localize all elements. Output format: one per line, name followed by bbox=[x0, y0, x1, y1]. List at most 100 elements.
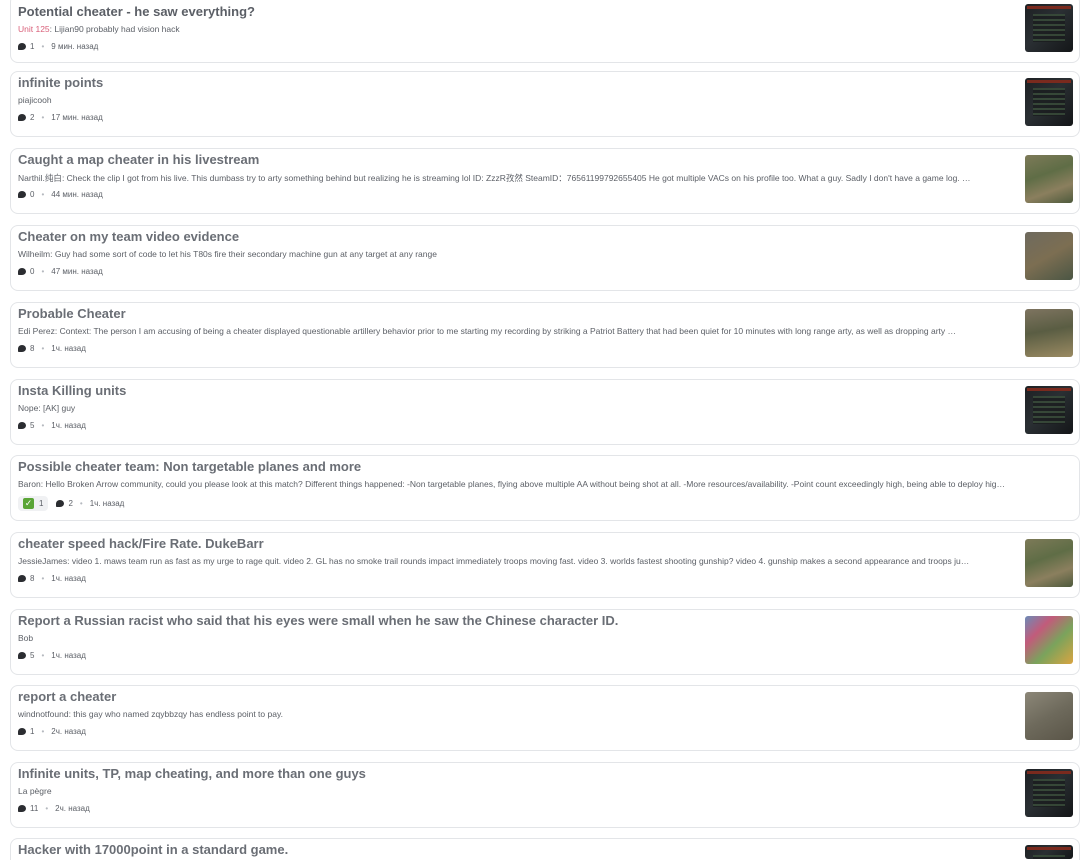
post-meta: 2 • 17 мин. назад bbox=[18, 113, 103, 122]
separator-dot: • bbox=[41, 421, 45, 430]
forum-post[interactable]: Caught a map cheater in his livestream N… bbox=[10, 148, 1080, 214]
post-meta: 11 • 2ч. назад bbox=[18, 804, 90, 813]
post-meta: 5 • 1ч. назад bbox=[18, 651, 86, 660]
separator-dot: • bbox=[41, 727, 45, 736]
separator-dot: • bbox=[41, 190, 45, 199]
forum-post[interactable]: Probable Cheater Edi Perez: Context: The… bbox=[10, 302, 1080, 368]
post-meta: 0 • 44 мин. назад bbox=[18, 190, 103, 199]
post-time: 17 мин. назад bbox=[51, 113, 103, 122]
comment-icon bbox=[18, 43, 26, 50]
forum-post[interactable]: Infinite units, TP, map cheating, and mo… bbox=[10, 762, 1080, 828]
post-preview-text: : this gay who named zqybbzqy has endles… bbox=[68, 709, 283, 719]
forum-post[interactable]: Insta Killing units Nope: [AK] guy 5 • 1… bbox=[10, 379, 1080, 445]
post-meta: 1 • 9 мин. назад bbox=[18, 42, 98, 51]
post-author: Wilheilm bbox=[18, 249, 51, 259]
separator-dot: • bbox=[41, 651, 45, 660]
post-time: 9 мин. назад bbox=[51, 42, 99, 51]
post-preview: Bob bbox=[18, 633, 1011, 643]
forum-post[interactable]: Report a Russian racist who said that hi… bbox=[10, 609, 1080, 675]
post-title[interactable]: Insta Killing units bbox=[18, 383, 126, 398]
post-thumbnail[interactable] bbox=[1025, 309, 1073, 357]
comment-icon bbox=[18, 652, 26, 659]
post-meta: 5 • 1ч. назад bbox=[18, 421, 86, 430]
post-meta: 1 • 2ч. назад bbox=[18, 727, 86, 736]
separator-dot: • bbox=[41, 574, 45, 583]
post-thumbnail[interactable] bbox=[1025, 845, 1073, 859]
post-preview-text: : Check the clip I got from his live. Th… bbox=[61, 173, 971, 183]
comment-count: 0 bbox=[30, 190, 35, 199]
forum-post[interactable]: Potential cheater - he saw everything? U… bbox=[10, 0, 1080, 63]
post-preview: piajicooh bbox=[18, 95, 1011, 105]
post-author: Narthil.纯白 bbox=[18, 173, 62, 183]
post-preview-text: : Guy had some sort of code to let his T… bbox=[50, 249, 437, 259]
reaction-count: 1 bbox=[39, 499, 44, 508]
post-author: Unit 125 bbox=[18, 24, 50, 34]
post-thumbnail[interactable] bbox=[1025, 539, 1073, 587]
post-thumbnail[interactable] bbox=[1025, 232, 1073, 280]
post-preview: La pègre bbox=[18, 786, 1011, 796]
post-thumbnail[interactable] bbox=[1025, 4, 1073, 52]
forum-post[interactable]: infinite points piajicooh 2 • 17 мин. на… bbox=[10, 71, 1080, 137]
separator-dot: • bbox=[45, 804, 49, 813]
post-thumbnail[interactable] bbox=[1025, 386, 1073, 434]
comment-icon bbox=[18, 345, 26, 352]
post-title[interactable]: Cheater on my team video evidence bbox=[18, 229, 239, 244]
post-title[interactable]: cheater speed hack/Fire Rate. DukeBarr bbox=[18, 536, 264, 551]
comment-icon bbox=[18, 575, 26, 582]
comment-icon bbox=[18, 728, 26, 735]
separator-dot: • bbox=[41, 42, 45, 51]
post-preview: Nope: [AK] guy bbox=[18, 403, 1011, 413]
comment-count: 2 bbox=[68, 499, 73, 508]
post-preview: JessieJames: video 1. maws team run as f… bbox=[18, 556, 1011, 566]
post-preview: Baron: Hello Broken Arrow community, cou… bbox=[18, 479, 1073, 489]
post-thumbnail[interactable] bbox=[1025, 155, 1073, 203]
post-preview: Narthil.纯白: Check the clip I got from hi… bbox=[18, 172, 1011, 184]
post-title[interactable]: Probable Cheater bbox=[18, 306, 126, 321]
post-time: 2ч. назад bbox=[51, 727, 86, 736]
post-thumbnail[interactable] bbox=[1025, 78, 1073, 126]
post-thumbnail[interactable] bbox=[1025, 616, 1073, 664]
post-preview-text: : Lijian90 probably had vision hack bbox=[49, 24, 180, 34]
forum-post[interactable]: Possible cheater team: Non targetable pl… bbox=[10, 455, 1080, 521]
post-author: Baron bbox=[18, 479, 41, 489]
post-title[interactable]: Potential cheater - he saw everything? bbox=[18, 4, 255, 19]
post-preview: Edi Perez: Context: The person I am accu… bbox=[18, 326, 1011, 336]
comment-count: 1 bbox=[30, 42, 35, 51]
comment-icon bbox=[18, 191, 26, 198]
check-mark-icon: ✓ bbox=[23, 498, 34, 509]
post-time: 1ч. назад bbox=[51, 421, 86, 430]
post-author: Edi Perez bbox=[18, 326, 55, 336]
post-time: 47 мин. назад bbox=[51, 267, 103, 276]
post-title[interactable]: report a cheater bbox=[18, 689, 116, 704]
post-title[interactable]: Report a Russian racist who said that hi… bbox=[18, 613, 618, 628]
post-title[interactable]: infinite points bbox=[18, 75, 103, 90]
comment-icon bbox=[18, 268, 26, 275]
forum-post[interactable]: report a cheater windnotfound: this gay … bbox=[10, 685, 1080, 751]
post-preview: windnotfound: this gay who named zqybbzq… bbox=[18, 709, 1011, 719]
comment-icon bbox=[18, 422, 26, 429]
post-author: Bob bbox=[18, 633, 34, 643]
post-title[interactable]: Hacker with 17000point in a standard gam… bbox=[18, 842, 288, 857]
post-thumbnail[interactable] bbox=[1025, 769, 1073, 817]
forum-post[interactable]: Cheater on my team video evidence Wilhei… bbox=[10, 225, 1080, 291]
post-title[interactable]: Infinite units, TP, map cheating, and mo… bbox=[18, 766, 366, 781]
post-preview: Unit 125: Lijian90 probably had vision h… bbox=[18, 24, 1011, 34]
comment-count: 0 bbox=[30, 267, 35, 276]
post-meta: ✓ 1 2 • 1ч. назад bbox=[18, 496, 124, 511]
post-author: La pègre bbox=[18, 786, 52, 796]
comment-count: 8 bbox=[30, 574, 35, 583]
post-time: 44 мин. назад bbox=[51, 190, 103, 199]
post-title[interactable]: Possible cheater team: Non targetable pl… bbox=[18, 459, 361, 474]
forum-post[interactable]: cheater speed hack/Fire Rate. DukeBarr J… bbox=[10, 532, 1080, 598]
post-author: Nope bbox=[18, 403, 39, 413]
post-time: 1ч. назад bbox=[89, 499, 125, 508]
post-preview-text: : video 1. maws team run as fast as my u… bbox=[67, 556, 970, 566]
post-title[interactable]: Caught a map cheater in his livestream bbox=[18, 152, 259, 167]
post-preview-text: : Context: The person I am accusing of b… bbox=[54, 326, 957, 336]
forum-post[interactable]: Hacker with 17000point in a standard gam… bbox=[10, 838, 1080, 860]
separator-dot: • bbox=[41, 344, 45, 353]
post-author: JessieJames bbox=[18, 556, 68, 566]
comment-icon bbox=[56, 500, 65, 507]
reaction-button[interactable]: ✓ 1 bbox=[18, 496, 49, 511]
post-thumbnail[interactable] bbox=[1025, 692, 1073, 740]
